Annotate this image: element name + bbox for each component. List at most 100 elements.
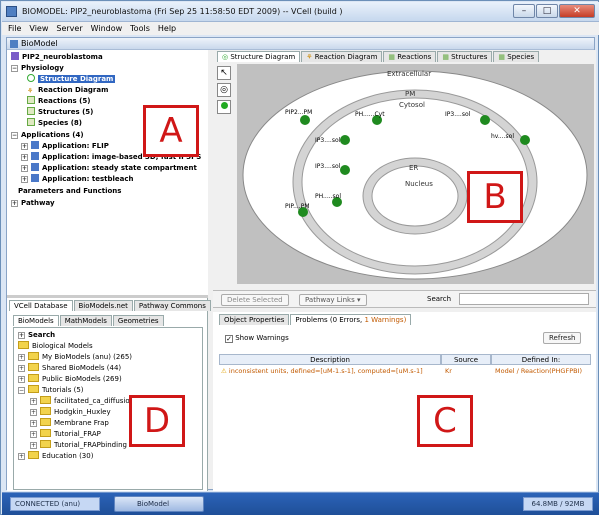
expand-icon[interactable]: + (30, 398, 37, 405)
app-window: BIOMODEL: PIP2_neuroblastoma (Fri Sep 25… (0, 0, 599, 515)
tab-mathmodels[interactable]: MathModels (59, 315, 112, 326)
db-tutorials[interactable]: − Tutorials (5) (18, 385, 84, 396)
tab-biomodels[interactable]: BioModels (13, 315, 59, 326)
pathway-links-button[interactable]: Pathway Links ▾ (299, 294, 367, 306)
maximize-button[interactable]: □ (536, 4, 558, 18)
tab-problems[interactable]: Problems (0 Errors, 1 Warnings) (290, 314, 412, 325)
db-search[interactable]: + Search (18, 330, 55, 341)
database-subtabs: BioModels MathModels Geometries (13, 315, 165, 326)
db-biological-models[interactable]: Biological Models (18, 341, 93, 352)
expand-icon[interactable]: + (18, 376, 25, 383)
db-tutorial-item[interactable]: + Membrane Frap (30, 418, 109, 429)
collapse-icon[interactable]: − (11, 65, 18, 72)
species-tool-icon[interactable] (217, 100, 231, 114)
table-icon: ▦ (388, 53, 396, 61)
er-label: ER (409, 164, 418, 172)
tree-app-steady[interactable]: + Application: steady state compartment (21, 163, 197, 174)
annotation-label-c: C (417, 395, 473, 447)
tab-vcell-database[interactable]: VCell Database (9, 300, 73, 311)
delete-selected-button[interactable]: Delete Selected (221, 294, 289, 306)
menu-help[interactable]: Help (158, 22, 176, 35)
expand-icon[interactable]: + (18, 332, 25, 339)
menu-tools[interactable]: Tools (130, 22, 150, 35)
folder-icon (40, 429, 51, 437)
expand-icon[interactable]: + (11, 200, 18, 207)
show-warnings-checkbox[interactable]: ✓ Show Warnings (225, 334, 289, 343)
refresh-button[interactable]: Refresh (543, 332, 582, 344)
svg-text:PIP2...PM: PIP2...PM (285, 109, 312, 116)
tree-species[interactable]: Species (8) (27, 118, 82, 129)
table-icon (27, 107, 35, 115)
warning-defined-in[interactable]: Model / Reaction(PHGFPBI) (495, 366, 591, 377)
window-title: BIOMODEL: PIP2_neuroblastoma (Fri Sep 25… (22, 7, 343, 16)
expand-icon[interactable]: + (21, 154, 28, 161)
warning-description[interactable]: ⚠ inconsistent units, defined=[uM-1.s-1]… (221, 366, 441, 377)
connection-status: CONNECTED (anu) (10, 497, 100, 511)
warning-source[interactable]: Kr (445, 366, 491, 377)
tree-applications[interactable]: − Applications (4) (11, 130, 84, 141)
menu-file[interactable]: File (8, 22, 21, 35)
tab-structure-diagram[interactable]: ◎ Structure Diagram (217, 51, 301, 62)
tree-app-testbleach[interactable]: + Application: testbleach (21, 174, 134, 185)
tab-geometries[interactable]: Geometries (112, 315, 164, 326)
tree-reactions[interactable]: Reactions (5) (27, 96, 90, 107)
structure-diagram[interactable]: Extracellular PM Cytosol ER Nucleus PIP2… (237, 64, 594, 284)
menu-view[interactable]: View (29, 22, 48, 35)
tab-biomodels-net[interactable]: BioModels.net (73, 300, 133, 311)
close-button[interactable]: ✕ (559, 4, 595, 18)
expand-icon[interactable]: + (21, 143, 28, 150)
structure-tool-icon[interactable]: ◎ (217, 83, 231, 97)
db-tutorial-item[interactable]: + Tutorial_FRAP (30, 429, 101, 440)
tab-reaction-diagram[interactable]: ⚘ Reaction Diagram (301, 51, 383, 62)
tree-root[interactable]: PIP2_neuroblastoma (11, 52, 103, 63)
tree-app-flip[interactable]: + Application: FLIP (21, 141, 109, 152)
column-source[interactable]: Source (441, 354, 491, 365)
collapse-icon[interactable]: − (11, 132, 18, 139)
search-input[interactable] (459, 293, 589, 305)
menu-window[interactable]: Window (91, 22, 123, 35)
bottom-panel: Object Properties Problems (0 Errors, 1 … (213, 312, 596, 491)
column-defined-in[interactable]: Defined In: (491, 354, 591, 365)
tab-structures[interactable]: ▦ Structures (437, 51, 493, 62)
menu-server[interactable]: Server (56, 22, 82, 35)
expand-icon[interactable]: + (18, 365, 25, 372)
expand-icon[interactable]: + (18, 354, 25, 361)
db-public-biomodels[interactable]: + Public BioModels (269) (18, 374, 122, 385)
search-label: Search (427, 295, 452, 303)
tab-pathway-commons[interactable]: Pathway Commons (133, 300, 211, 311)
collapse-icon[interactable]: − (18, 387, 25, 394)
db-tutorial-item[interactable]: + Hodgkin_Huxley (30, 407, 111, 418)
tree-physiology[interactable]: − Physiology (11, 63, 64, 74)
expand-icon[interactable]: + (30, 431, 37, 438)
minimize-button[interactable]: – (513, 4, 535, 18)
tree-reaction-diagram[interactable]: ⚘ Reaction Diagram (27, 85, 108, 96)
tab-object-properties[interactable]: Object Properties (219, 314, 290, 325)
folder-icon (40, 440, 51, 448)
tab-reactions[interactable]: ▦ Reactions (383, 51, 437, 62)
db-my-biomodels[interactable]: + My BioModels (anu) (265) (18, 352, 132, 363)
biomodel-taskbar-button[interactable]: BioModel (114, 496, 204, 512)
expand-icon[interactable]: + (21, 165, 28, 172)
tab-species[interactable]: ▦ Species (493, 51, 540, 62)
expand-icon[interactable]: + (30, 442, 37, 449)
db-tutorial-item[interactable]: + Tutorial_FRAPbinding (30, 440, 127, 451)
expand-icon[interactable]: + (30, 409, 37, 416)
db-tutorial-item[interactable]: + facilitated_ca_diffusion (30, 396, 134, 407)
db-shared-biomodels[interactable]: + Shared BioModels (44) (18, 363, 121, 374)
structure-diagram-canvas[interactable]: Extracellular PM Cytosol ER Nucleus PIP2… (237, 64, 594, 284)
nucleus-compartment[interactable] (371, 165, 459, 227)
expand-icon[interactable]: + (30, 420, 37, 427)
species-node[interactable]: IP3....sol (315, 135, 350, 145)
expand-icon[interactable]: + (21, 176, 28, 183)
expand-icon[interactable]: + (18, 453, 25, 460)
folder-icon (40, 407, 51, 415)
db-education[interactable]: + Education (30) (18, 451, 93, 462)
folder-icon (28, 363, 39, 371)
tree-structures[interactable]: Structures (5) (27, 107, 93, 118)
select-tool-icon[interactable]: ↖ (217, 66, 231, 80)
folder-icon (28, 352, 39, 360)
tree-structure-diagram[interactable]: Structure Diagram (27, 74, 116, 85)
column-description[interactable]: Description (219, 354, 441, 365)
tree-pathway[interactable]: + Pathway (11, 198, 55, 209)
tree-parameters[interactable]: Parameters and Functions (11, 186, 121, 197)
